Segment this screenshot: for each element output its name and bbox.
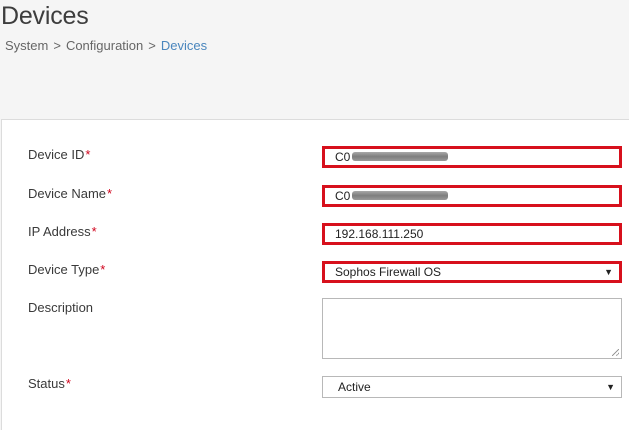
status-label: Status* [28,376,71,391]
breadcrumb: System > Configuration > Devices [5,38,207,53]
device-name-value: C0 [335,189,351,203]
breadcrumb-item-system[interactable]: System [5,38,48,53]
ip-address-label-text: IP Address [28,224,91,239]
required-mark: * [107,186,113,201]
resize-grip-icon[interactable] [612,349,619,356]
device-id-label: Device ID* [28,147,90,162]
required-mark: * [65,376,71,391]
required-mark: * [91,224,97,239]
device-type-selected-value: Sophos Firewall OS [335,265,442,279]
device-name-label: Device Name* [28,186,112,201]
breadcrumb-separator: > [53,38,61,53]
breadcrumb-item-devices[interactable]: Devices [161,38,207,53]
redacted-mark [352,152,449,162]
ip-address-field[interactable]: 192.168.111.250 [322,223,622,245]
ip-address-value: 192.168.111.250 [335,227,424,241]
device-id-value: C0 [335,150,351,164]
page-title: Devices [1,2,89,30]
breadcrumb-item-configuration[interactable]: Configuration [66,38,143,53]
chevron-down-icon: ▼ [604,267,613,277]
required-mark: * [85,147,91,162]
device-id-label-text: Device ID [28,147,85,162]
description-label: Description [28,300,93,315]
device-type-label-text: Device Type [28,262,100,277]
device-type-select[interactable]: Sophos Firewall OS ▼ [322,261,622,283]
device-name-field[interactable]: C0 [322,185,622,207]
ip-address-label: IP Address* [28,224,97,239]
status-select[interactable]: Active ▼ [322,376,622,398]
status-selected-value: Active [338,380,371,394]
redacted-mark [352,191,449,201]
description-textarea[interactable] [322,298,622,359]
status-label-text: Status [28,376,65,391]
device-name-label-text: Device Name [28,186,107,201]
device-id-field[interactable]: C0 [322,146,622,168]
breadcrumb-separator: > [148,38,156,53]
required-mark: * [100,262,106,277]
chevron-down-icon: ▼ [606,382,615,392]
description-label-text: Description [28,300,94,315]
device-type-label: Device Type* [28,262,105,277]
